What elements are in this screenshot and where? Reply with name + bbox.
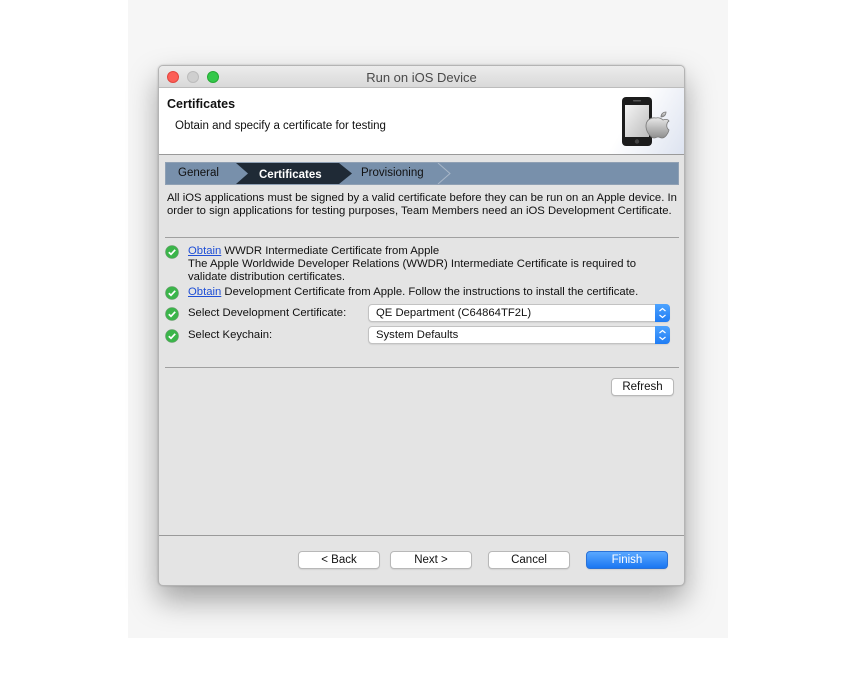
page-title: Certificates xyxy=(167,97,236,111)
title-bar: Run on iOS Device xyxy=(159,66,684,88)
wwdr-certificate-row: Obtain WWDR Intermediate Certificate fro… xyxy=(165,245,675,285)
obtain-wwdr-link[interactable]: Obtain xyxy=(188,245,221,257)
ios-device-apple-icon xyxy=(622,97,670,146)
updown-chevron-icon[interactable] xyxy=(655,326,670,344)
keychain-value: System Defaults xyxy=(376,329,459,341)
intro-text: All iOS applications must be signed by a… xyxy=(167,192,677,217)
select-dev-cert-label: Select Development Certificate: xyxy=(188,307,347,319)
divider xyxy=(165,367,679,368)
wizard-steps: General Certificates Provisioning xyxy=(165,162,679,185)
page-subtitle: Obtain and specify a certificate for tes… xyxy=(175,120,386,132)
footer-divider xyxy=(159,535,684,536)
run-on-ios-device-dialog: Run on iOS Device Certificates Obtain an… xyxy=(158,65,685,586)
step-certificates: Certificates xyxy=(259,169,322,181)
select-development-certificate-row: Select Development Certificate: QE Depar… xyxy=(165,304,675,323)
development-certificate-select[interactable]: QE Department (C64864TF2L) xyxy=(368,304,670,322)
finish-button[interactable]: Finish xyxy=(586,551,668,569)
check-icon xyxy=(165,329,179,343)
step-general: General xyxy=(178,167,219,179)
keychain-select[interactable]: System Defaults xyxy=(368,326,670,344)
refresh-button[interactable]: Refresh xyxy=(611,378,674,396)
wwdr-label: WWDR Intermediate Certificate from Apple xyxy=(221,245,440,257)
development-certificate-value: QE Department (C64864TF2L) xyxy=(376,307,532,319)
dev-cert-text: Obtain Development Certificate from Appl… xyxy=(188,286,638,299)
back-button[interactable]: < Back xyxy=(298,551,380,569)
dev-cert-label: Development Certificate from Apple. Foll… xyxy=(221,286,639,298)
development-certificate-row: Obtain Development Certificate from Appl… xyxy=(165,286,675,300)
updown-chevron-icon[interactable] xyxy=(655,304,670,322)
wizard-header: Certificates Obtain and specify a certif… xyxy=(159,88,684,155)
wwdr-detail-line2: validate distribution certificates. xyxy=(188,271,345,283)
obtain-dev-cert-link[interactable]: Obtain xyxy=(188,286,221,298)
wwdr-detail-line1: The Apple Worldwide Developer Relations … xyxy=(188,258,637,270)
step-provisioning: Provisioning xyxy=(361,167,424,179)
select-keychain-label: Select Keychain: xyxy=(188,329,273,341)
divider xyxy=(165,237,679,238)
window-title: Run on iOS Device xyxy=(366,70,477,85)
cancel-button[interactable]: Cancel xyxy=(488,551,570,569)
check-icon xyxy=(165,286,179,300)
select-keychain-row: Select Keychain: System Defaults xyxy=(165,326,675,345)
check-icon xyxy=(165,245,179,259)
next-button[interactable]: Next > xyxy=(390,551,472,569)
check-icon xyxy=(165,307,179,321)
step-chevron-icon xyxy=(437,163,451,184)
wwdr-text: Obtain WWDR Intermediate Certificate fro… xyxy=(188,245,636,284)
